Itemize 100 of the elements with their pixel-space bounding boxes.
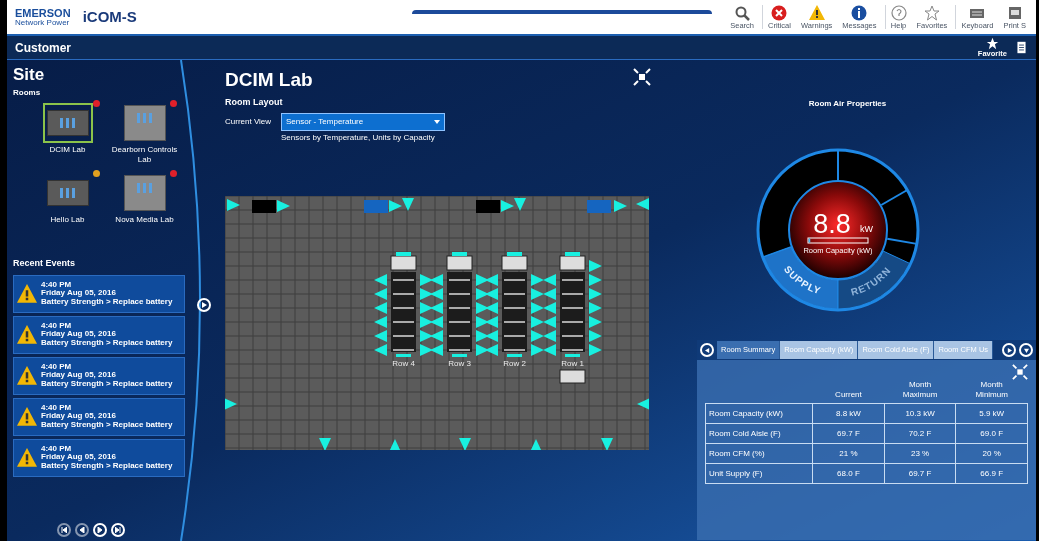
warning-icon (17, 406, 37, 427)
app-name: iCOM-S (82, 6, 137, 27)
next-button[interactable] (197, 298, 211, 312)
sensor-icon (430, 274, 443, 287)
room-name: Nova Media Lab (114, 215, 175, 226)
sensor-icon (374, 316, 387, 329)
sensor-icon (476, 302, 489, 315)
sensor-icon (485, 274, 498, 287)
event-date: Friday Aug 05, 2016 (41, 412, 116, 422)
event-card[interactable]: 4:40 PM Friday Aug 05, 2016 Battery Strength > Replace battery (13, 397, 185, 436)
play-icon (201, 302, 207, 308)
sensor-icon (485, 344, 498, 357)
event-message: Battery Strength > Replace battery (41, 339, 173, 348)
warning-icon (17, 447, 37, 468)
sensor-icon (402, 198, 414, 212)
sensor-icon (589, 260, 602, 273)
expand-icon (1012, 364, 1028, 380)
next-page-button[interactable] (93, 523, 107, 537)
sensor-icon (476, 330, 489, 343)
event-date: Friday Aug 05, 2016 (41, 453, 116, 463)
cooling-unit (252, 200, 276, 214)
event-card[interactable]: 4:40 PM Friday Aug 05, 2016 Battery Strength > Replace battery (13, 315, 185, 354)
warning-icon (17, 324, 37, 345)
event-card[interactable]: 4:40 PM Friday Aug 05, 2016 Battery Strength > Replace battery (13, 356, 185, 395)
event-message: Battery Strength > Replace battery (41, 298, 173, 307)
event-time: 4:40 PM (41, 362, 72, 372)
cooling-unit (446, 252, 473, 271)
last-page-button[interactable] (111, 523, 125, 537)
field-label: Current View (225, 116, 273, 129)
sensor-icon (430, 330, 443, 343)
capacity-bar (807, 237, 868, 244)
sensor-icon (430, 302, 443, 315)
view-hint: Sensors by Temperature, Units by Capacity (281, 132, 436, 145)
event-time: 4:40 PM (41, 321, 72, 331)
scroll-left-button[interactable] (700, 343, 714, 357)
event-time: 4:40 PM (41, 403, 72, 413)
help-icon (890, 4, 907, 21)
sensor-icon (389, 200, 402, 213)
sensor-icon (543, 302, 556, 315)
room-name: DCIM Lab (48, 145, 87, 156)
sensor-icon (589, 316, 602, 329)
event-message: Battery Strength > Replace battery (41, 380, 173, 389)
prev-page-button[interactable] (75, 523, 89, 537)
sensor-icon (501, 200, 514, 213)
sensor-icon (589, 344, 602, 357)
row-label: Room Cold Aisle (F) (705, 423, 813, 444)
view-dropdown[interactable]: Sensor - Temperature (281, 113, 445, 132)
sensor-icon (430, 288, 443, 301)
table-cell: 5.9 kW (955, 403, 1028, 424)
sensor-icon (601, 438, 613, 451)
room-title: DCIM Lab (225, 68, 313, 92)
table-cell: 69.7 F (884, 463, 956, 484)
section-label: Room Layout (225, 95, 284, 109)
sensor-icon (530, 439, 542, 451)
document-button[interactable] (1015, 41, 1028, 54)
event-card[interactable]: 4:40 PM Friday Aug 05, 2016 Battery Strength > Replace battery (13, 274, 185, 313)
table-cell: 8.8 kW (812, 403, 885, 424)
document-icon (1015, 41, 1028, 54)
sensor-icon (485, 302, 498, 315)
sensor-icon (531, 316, 544, 329)
sensor-icon (589, 330, 602, 343)
sensor-icon (485, 288, 498, 301)
row-label: Row 2 (503, 359, 526, 369)
sensor-icon (374, 344, 387, 357)
play-icon (1006, 347, 1012, 353)
section-label: Rooms (13, 87, 42, 100)
section-title: Site (13, 64, 46, 86)
sensor-icon (636, 198, 649, 211)
sensor-icon (319, 438, 331, 451)
sensor-icon (614, 200, 627, 213)
room-thumbnail[interactable] (42, 103, 93, 144)
table-cell: 68.0 F (812, 463, 885, 484)
gauge-value: 8.8 (812, 209, 851, 239)
sensor-icon (374, 288, 387, 301)
sensor-icon (420, 288, 433, 301)
sensor-icon (374, 274, 387, 287)
table-cell: 66.9 F (955, 463, 1028, 484)
cooling-unit (559, 369, 586, 384)
expand-button[interactable] (633, 68, 651, 86)
first-page-button[interactable] (57, 523, 71, 537)
page-title: Customer (15, 39, 71, 57)
row-label: Room CFM (%) (705, 443, 813, 464)
scroll-right-button[interactable] (1002, 343, 1016, 357)
warning-icon (17, 283, 37, 304)
sensor-icon (420, 302, 433, 315)
cooling-unit (390, 252, 417, 271)
sensor-icon (637, 398, 649, 411)
table-cell: 70.2 F (884, 423, 956, 444)
table-cell: 21 % (812, 443, 885, 464)
event-card[interactable]: 4:40 PM Friday Aug 05, 2016 Battery Strength > Replace battery (13, 438, 185, 477)
dropdown-button[interactable] (1019, 343, 1033, 357)
sensor-icon (476, 288, 489, 301)
sensor-icon (374, 330, 387, 343)
table-cell: 23 % (884, 443, 956, 464)
search-icon (734, 4, 751, 21)
sensor-icon (420, 274, 433, 287)
row-label: Row 1 (561, 359, 584, 369)
row-label: Room Capacity (kW) (705, 403, 813, 424)
sensor-icon (476, 316, 489, 329)
sensor-icon (430, 344, 443, 357)
